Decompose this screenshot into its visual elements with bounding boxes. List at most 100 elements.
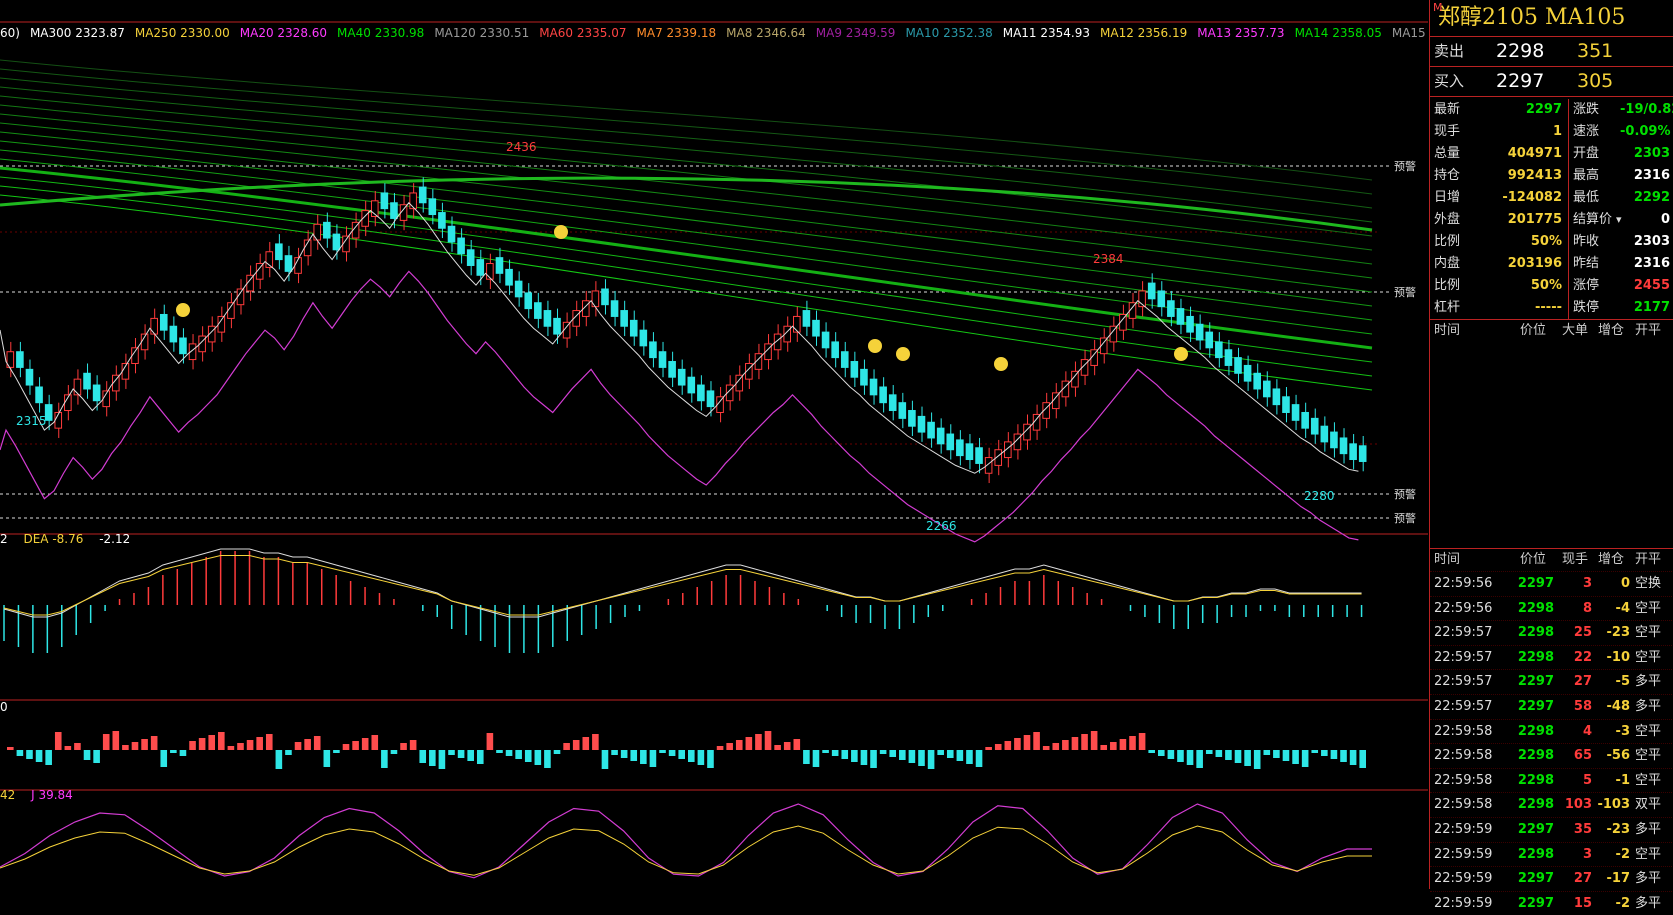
stat-label: 比例: [1434, 234, 1461, 249]
trade-row: 22:59:57 2298 25 -23 空平: [1430, 620, 1673, 645]
candle-body: [1186, 315, 1194, 333]
candle-body: [965, 443, 974, 461]
volume-bar: [1062, 740, 1069, 750]
candle-body: [1224, 349, 1233, 366]
candle-body: [35, 386, 43, 404]
trade-open: 多平: [1635, 674, 1662, 690]
trade-oi: -2: [1615, 846, 1630, 862]
volume-bar: [1340, 750, 1347, 762]
alert-label-2[interactable]: 预警: [1394, 284, 1416, 300]
volume-bar: [1273, 750, 1280, 758]
ask-price: 2298: [1496, 40, 1545, 62]
chart-area[interactable]: 60) MA300 2323.87 MA250 2330.00 MA20 2328.6…: [0, 0, 1428, 889]
stat-value: 2177: [1633, 300, 1670, 315]
trade-tick-list[interactable]: 22:59:56 2297 3 0 空换 22:59:56 2298 8 -4 空平 22:59:5…: [1430, 571, 1673, 915]
candle-body: [476, 259, 485, 276]
stat-value: 50%: [1530, 278, 1562, 293]
candle-body: [850, 361, 859, 378]
stat-label: 持仓: [1434, 168, 1461, 183]
candle-body: [342, 235, 350, 253]
volume-bar: [294, 742, 302, 750]
ma-line: [0, 59, 1373, 181]
volume-bar: [1215, 750, 1223, 757]
volume-bar: [966, 750, 973, 764]
contract-name: 郑醇2105 MA105: [1438, 5, 1626, 30]
trade-open: 多平: [1635, 895, 1662, 911]
trade-oi: -23: [1606, 821, 1631, 837]
low-price-label-right: 2280: [1304, 489, 1335, 503]
candlestick-chart[interactable]: [0, 0, 1428, 889]
volume-bar: [1196, 750, 1203, 768]
alert-label-4[interactable]: 预警: [1394, 510, 1416, 526]
candle-body: [25, 368, 34, 386]
stat-label: 涨跌: [1568, 99, 1599, 121]
candle-body: [457, 237, 465, 255]
big-order-list[interactable]: [1430, 342, 1673, 548]
candle-body: [428, 198, 437, 216]
ask-row[interactable]: 卖出 2298 351: [1430, 37, 1673, 67]
low-price-label-left: 2315: [16, 414, 47, 428]
candle-body: [687, 376, 696, 394]
trade-time: 22:59:56: [1434, 576, 1493, 591]
volume-bar: [141, 739, 148, 750]
candle-body: [610, 300, 619, 317]
volume-bar: [16, 750, 24, 756]
trade-price: 2297: [1517, 674, 1554, 690]
volume-bar: [1071, 737, 1079, 750]
candle-body: [601, 288, 609, 306]
volume-bar: [889, 750, 897, 757]
ma-legend-item: MA40 2330.98: [337, 26, 425, 40]
trade-oi: -23: [1606, 625, 1631, 641]
volume-bar: [697, 750, 705, 765]
trade-hand: 65: [1573, 748, 1592, 764]
trade-open: 空平: [1635, 600, 1662, 616]
candle-body: [217, 315, 226, 333]
volume-bar: [515, 750, 522, 759]
candle-body: [466, 249, 475, 266]
trade-time: 22:59:57: [1434, 674, 1493, 690]
volume-bar: [304, 739, 311, 750]
candle-body: [812, 319, 820, 337]
stat-value: 50%: [1530, 234, 1562, 249]
quote-panel: M 郑醇2105 MA105 卖出 2298 351 买入 2297 305 最…: [1429, 0, 1673, 911]
stat-row: 杠杆 ----- 跌停 2177: [1430, 297, 1673, 319]
candle-body: [649, 341, 657, 359]
ask-volume: 351: [1577, 40, 1614, 62]
stat-label: 现手: [1434, 124, 1461, 139]
big-order-header-price: 价位: [1520, 323, 1547, 338]
stat-value: 203196: [1507, 256, 1562, 271]
volume-bar: [1359, 750, 1366, 768]
candle-body: [946, 433, 955, 451]
stat-label: 速涨: [1568, 121, 1599, 143]
stat-row: 内盘 203196 昨结 2316: [1430, 253, 1673, 275]
macd-dea: DEA -8.76: [23, 532, 84, 546]
contract-title[interactable]: M 郑醇2105 MA105: [1430, 0, 1673, 37]
trades-header-hand: 现手: [1562, 552, 1589, 567]
volume-bar: [438, 750, 446, 769]
alert-label-1[interactable]: 预警: [1394, 158, 1416, 174]
volume-bar: [160, 750, 168, 767]
volume-bar: [390, 750, 398, 754]
trade-time: 22:59:58: [1434, 748, 1493, 764]
ma-line-long: [0, 176, 1373, 232]
volume-bar: [735, 740, 743, 750]
candle-body: [802, 310, 811, 327]
bid-row[interactable]: 买入 2297 305: [1430, 67, 1673, 97]
trade-hand: 15: [1573, 895, 1592, 911]
candle-body: [956, 439, 964, 457]
volume-bar: [831, 750, 839, 756]
trades-header-time: 时间: [1434, 552, 1461, 567]
settle-dropdown-icon[interactable]: ▾: [1616, 209, 1622, 231]
stat-value: -0.09%: [1620, 124, 1671, 139]
trade-time: 22:59:57: [1434, 649, 1493, 665]
candle-body: [83, 372, 91, 390]
candle-body: [793, 315, 801, 333]
ma-line: [0, 166, 1373, 350]
alert-label-3[interactable]: 预警: [1394, 486, 1416, 502]
stat-value: 992413: [1507, 168, 1562, 183]
volume-bar: [803, 750, 810, 764]
stat-label: 最低: [1568, 187, 1599, 209]
big-order-header-open: 开平: [1635, 323, 1662, 338]
trade-price: 2298: [1517, 797, 1554, 813]
volume-bar: [122, 745, 129, 750]
